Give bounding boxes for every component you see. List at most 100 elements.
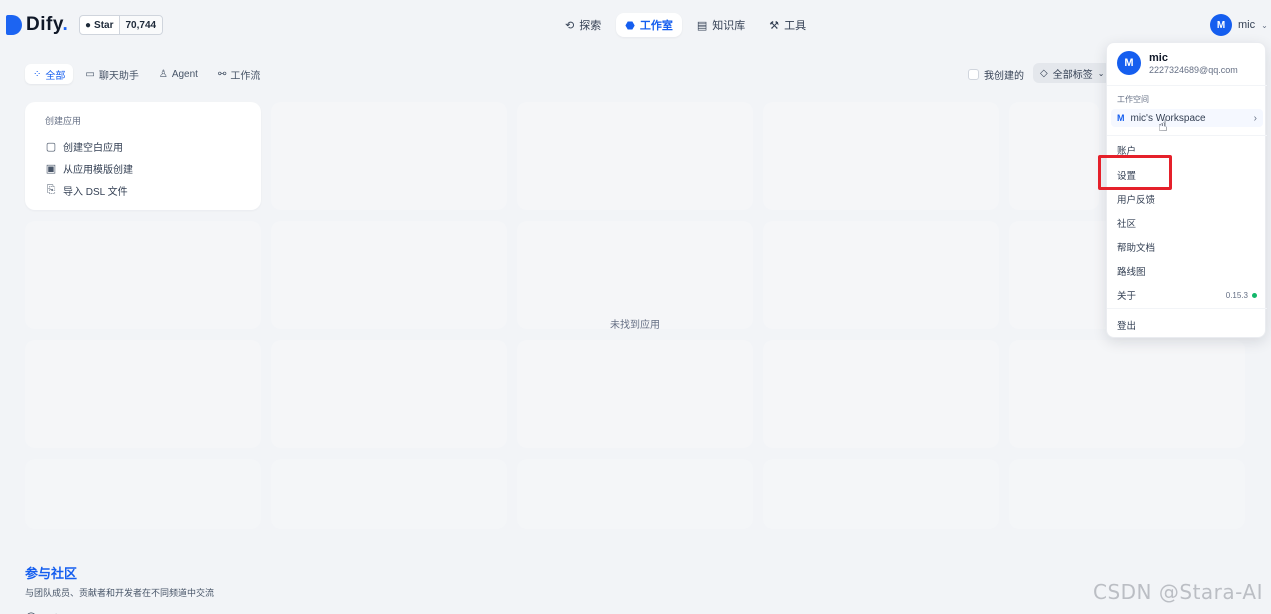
nav-explore-label: 探索 xyxy=(579,20,602,32)
placeholder-card xyxy=(517,459,753,529)
placeholder-card xyxy=(271,102,507,210)
placeholder-card xyxy=(25,340,261,448)
workspace-name: mic's Workspace xyxy=(1130,112,1206,124)
watermark: CSDN @Stara-AI xyxy=(1093,580,1264,604)
placeholder-card xyxy=(25,459,261,529)
menu-divider xyxy=(1107,85,1267,86)
nav-studio-label: 工作室 xyxy=(639,20,673,32)
top-header: Dify. ● Star 70,744 ⟲ 探索 ⬣ 工作室 ▤ 知识库 ⚒ 工… xyxy=(0,0,1271,48)
version-label: 0.15.3 xyxy=(1225,290,1248,300)
avatar: M xyxy=(1117,51,1141,75)
github-icon: ● xyxy=(85,19,92,31)
star-label: Star xyxy=(94,19,114,31)
hammer-icon: ⚒ xyxy=(769,19,780,32)
nav-tools[interactable]: ⚒ 工具 xyxy=(760,13,815,37)
menu-item-about-label: 关于 xyxy=(1117,291,1137,302)
app-type-tabs: ⁘ 全部 ▭ 聊天助手 ♙ Agent ⚯ 工作流 xyxy=(25,64,268,84)
file-plus-icon: ▢ xyxy=(45,140,57,153)
create-blank-app-label: 创建空白应用 xyxy=(63,142,123,154)
menu-item-feedback[interactable]: 用户反馈 xyxy=(1117,192,1257,206)
robot-icon: ⬣ xyxy=(625,19,635,32)
empty-state-text: 未找到应用 xyxy=(610,320,660,331)
nav-knowledge[interactable]: ▤ 知识库 xyxy=(688,13,754,37)
chat-icon: ▭ xyxy=(85,68,95,80)
placeholder-card xyxy=(763,340,999,448)
menu-item-about[interactable]: 关于 0.15.3 xyxy=(1117,288,1257,302)
placeholder-card xyxy=(763,102,999,210)
placeholder-card xyxy=(1009,340,1245,448)
import-dsl-label: 导入 DSL 文件 xyxy=(63,186,128,198)
logo-mark-icon xyxy=(6,15,22,35)
compass-icon: ⟲ xyxy=(565,19,575,32)
import-icon: ⎘ xyxy=(46,183,56,196)
nav-tools-label: 工具 xyxy=(784,20,807,32)
menu-item-account[interactable]: 账户 xyxy=(1117,143,1257,157)
tab-workflow[interactable]: ⚯ 工作流 xyxy=(210,64,268,84)
tag-filter-label: 全部标签 xyxy=(1052,69,1093,81)
placeholder-card xyxy=(517,102,753,210)
community-description: 与团队成员、贡献者和开发者在不同频道中交流 xyxy=(25,588,215,598)
placeholder-card xyxy=(1009,459,1245,529)
tab-agent-label: Agent xyxy=(171,68,198,80)
star-count: 70,744 xyxy=(118,16,163,34)
placeholder-card xyxy=(271,221,507,329)
agent-icon: ♙ xyxy=(158,68,168,80)
created-by-me-checkbox[interactable] xyxy=(968,69,979,80)
tab-workflow-label: 工作流 xyxy=(230,70,261,82)
created-by-me-label: 我创建的 xyxy=(984,71,1024,82)
placeholder-card xyxy=(763,459,999,529)
main-nav: ⟲ 探索 ⬣ 工作室 ▤ 知识库 ⚒ 工具 xyxy=(556,13,815,37)
community-section: 参与社区 与团队成员、贡献者和开发者在不同频道中交流 ◯ ◉ xyxy=(25,563,214,614)
menu-user-name: mic xyxy=(1149,51,1168,64)
tab-chat-assistant[interactable]: ▭ 聊天助手 xyxy=(77,64,146,84)
user-dropdown-menu: M mic 2227324689@qq.com 工作空间 M mic's Wor… xyxy=(1106,42,1267,338)
avatar: M xyxy=(1210,14,1232,36)
create-app-card: 创建应用 ▢ 创建空白应用 ▣ 从应用模版创建 ⎘ 导入 DSL 文件 xyxy=(25,102,261,210)
placeholder-card xyxy=(1009,102,1099,210)
create-from-template-label: 从应用模版创建 xyxy=(63,164,133,176)
nav-knowledge-label: 知识库 xyxy=(712,20,746,32)
placeholder-card xyxy=(271,340,507,448)
placeholder-card xyxy=(517,340,753,448)
menu-item-docs[interactable]: 帮助文档 xyxy=(1117,240,1257,254)
chevron-right-icon: › xyxy=(1253,112,1257,124)
create-app-title: 创建应用 xyxy=(45,116,82,126)
dify-logo[interactable]: Dify. xyxy=(6,14,68,36)
workspace-switcher[interactable]: M mic's Workspace › xyxy=(1111,109,1263,127)
nav-studio[interactable]: ⬣ 工作室 xyxy=(616,13,682,37)
tab-all[interactable]: ⁘ 全部 xyxy=(25,64,74,84)
workflow-icon: ⚯ xyxy=(217,68,227,80)
chevron-down-icon: ⌄ xyxy=(1097,68,1105,78)
logo-text: Dify xyxy=(26,14,63,35)
chevron-down-icon: ⌄ xyxy=(1261,20,1268,30)
tag-icon: ◇ xyxy=(1040,67,1048,79)
menu-item-community[interactable]: 社区 xyxy=(1117,216,1257,230)
tab-agent[interactable]: ♙ Agent xyxy=(151,64,206,84)
nav-explore[interactable]: ⟲ 探索 xyxy=(556,13,610,37)
menu-divider xyxy=(1107,135,1267,136)
menu-item-settings[interactable]: 设置 xyxy=(1117,168,1257,182)
menu-user-email: 2227324689@qq.com xyxy=(1149,64,1238,75)
user-name: mic xyxy=(1238,19,1256,31)
grid-icon: ⁘ xyxy=(33,68,42,80)
created-by-me-filter[interactable]: 我创建的 xyxy=(968,67,1024,82)
tab-chat-assistant-label: 聊天助手 xyxy=(98,70,139,82)
create-from-template-button[interactable]: ▣ 从应用模版创建 xyxy=(45,157,241,179)
menu-item-roadmap[interactable]: 路线图 xyxy=(1117,264,1257,278)
placeholder-card xyxy=(517,221,753,329)
menu-user-info: M mic 2227324689@qq.com xyxy=(1117,51,1238,75)
placeholder-card xyxy=(763,221,999,329)
tag-filter-select[interactable]: ◇ 全部标签 ⌄ xyxy=(1033,63,1112,83)
placeholder-card xyxy=(271,459,507,529)
import-dsl-button[interactable]: ⎘ 导入 DSL 文件 xyxy=(45,179,241,201)
user-menu-trigger[interactable]: M mic ⌄ xyxy=(1210,14,1268,36)
workspace-badge: M xyxy=(1117,113,1125,123)
github-star-button[interactable]: ● Star 70,744 xyxy=(79,15,164,35)
logo-dot: . xyxy=(62,14,69,35)
menu-item-logout[interactable]: 登出 xyxy=(1117,318,1257,332)
create-blank-app-button[interactable]: ▢ 创建空白应用 xyxy=(45,135,241,157)
template-icon: ▣ xyxy=(45,162,57,175)
tab-all-label: 全部 xyxy=(45,70,66,82)
menu-divider xyxy=(1107,308,1267,309)
status-dot-icon xyxy=(1252,292,1257,298)
